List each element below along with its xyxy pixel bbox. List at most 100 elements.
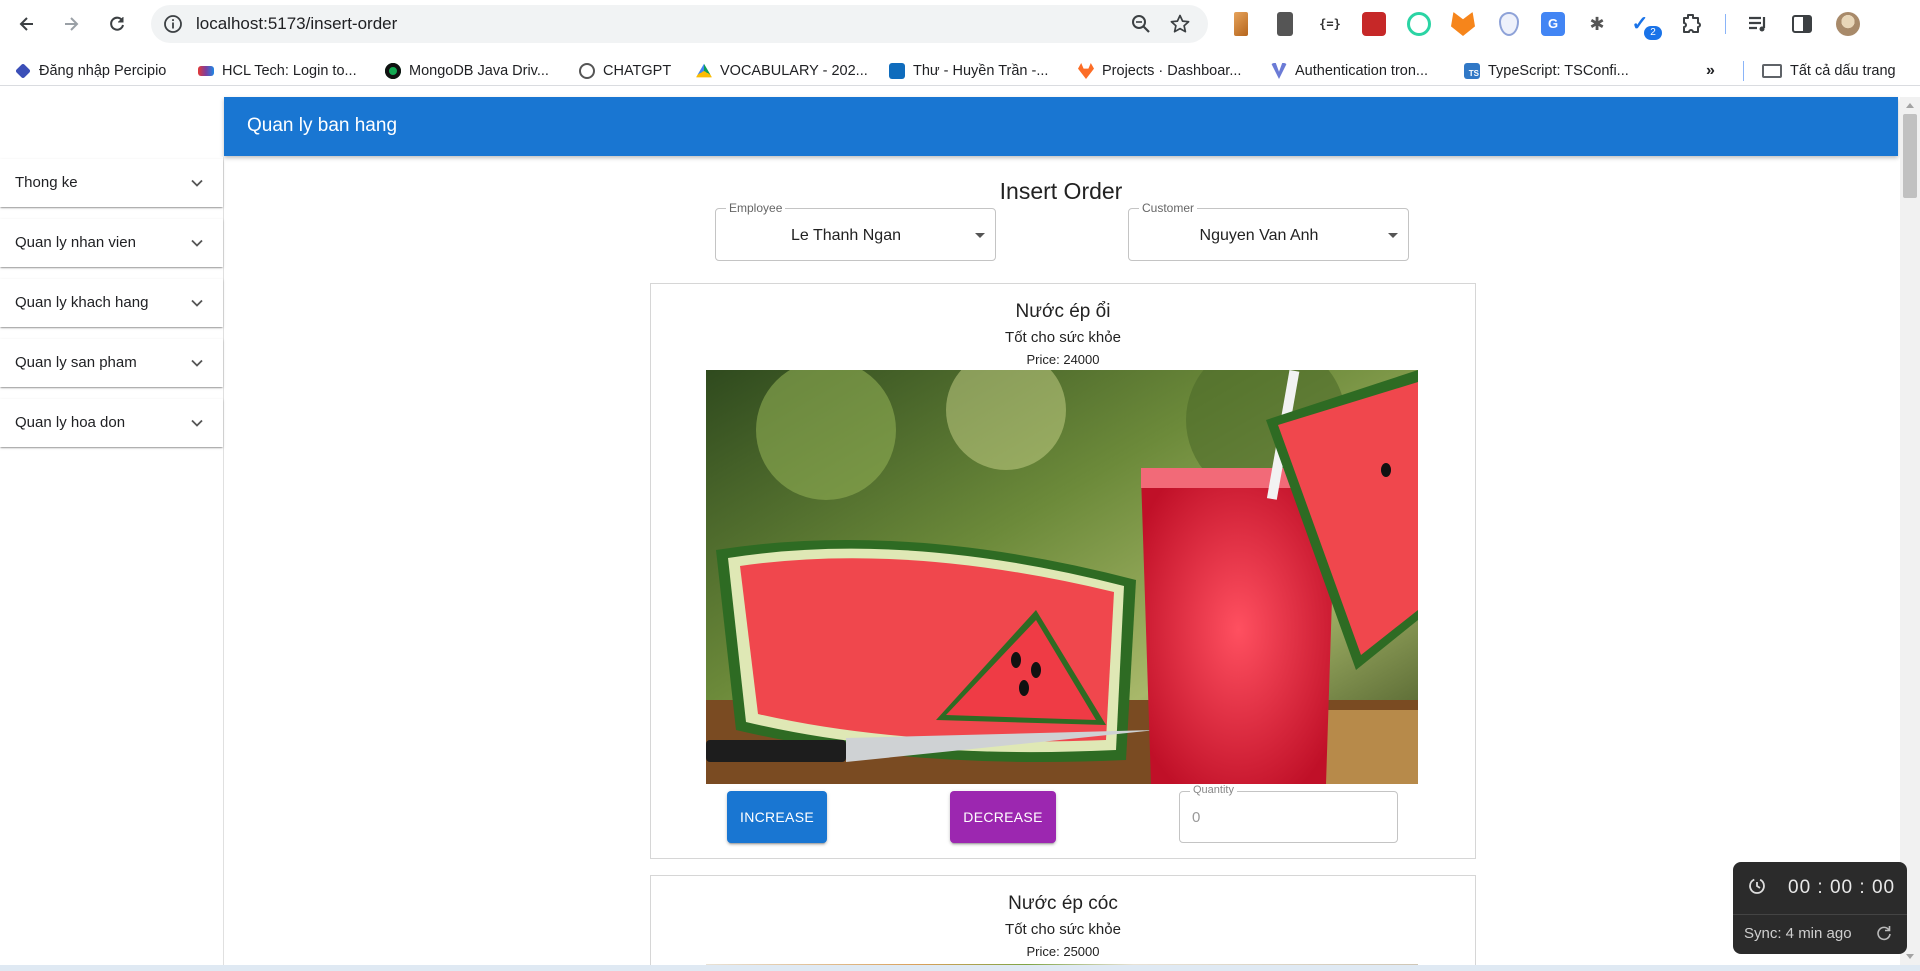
sidebar-item-label: Thong ke [15,174,78,191]
app-header: Quan ly ban hang [224,97,1898,156]
product-description: Tốt cho sức khỏe [1005,329,1121,346]
bookmark-label: Thư - Huyền Trần -... [913,63,1049,79]
google-drive-icon [696,63,712,78]
scroll-down-icon[interactable] [1906,954,1914,959]
typescript-icon: TS [1464,63,1480,79]
product-card: Nước ép cóc Tốt cho sức khỏe Price: 2500… [650,875,1476,965]
phone-extension-icon[interactable] [1277,12,1293,36]
json-extension-icon[interactable]: {=} [1318,12,1342,36]
sidebar-item-thong-ke[interactable]: Thong ke [0,159,223,207]
forward-button[interactable] [55,8,87,40]
forward-arrow-icon [65,17,79,31]
profile-avatar[interactable] [1836,12,1860,36]
sidebar-item-quan-ly-nhan-vien[interactable]: Quan ly nhan vien [0,219,223,267]
zoom-icon[interactable] [1130,13,1152,35]
scroll-up-icon[interactable] [1906,103,1914,108]
product-name: Nước ép ổi [1015,301,1111,322]
back-button[interactable] [11,8,43,40]
product-card: Nước ép ổi Tốt cho sức khỏe Price: 24000 [650,283,1476,859]
sidebar-item-quan-ly-hoa-don[interactable]: Quan ly hoa don [0,399,223,447]
media-queue-icon[interactable] [1746,12,1770,36]
chatgpt-icon [579,63,595,79]
percipio-icon [15,63,31,79]
product-price: Price: 25000 [1026,944,1100,959]
folder-icon [1762,64,1782,78]
product-image [706,370,1418,784]
sidebar-item-label: Quan ly nhan vien [15,234,136,251]
metamask-icon[interactable] [1451,12,1475,36]
increase-button[interactable]: INCREASE [727,791,827,843]
page-scrollbar[interactable] [1900,97,1920,965]
bookmark-label: Đăng nhập Percipio [39,63,167,79]
bookmark-percipio[interactable]: Đăng nhập Percipio [15,57,166,85]
reload-button[interactable] [101,8,133,40]
site-info-icon[interactable] [163,14,183,34]
sidebar-item-label: Quan ly hoa don [15,414,126,431]
extension-badge: 2 [1644,26,1662,40]
bookmark-label: TypeScript: TSConfi... [1488,63,1629,79]
chevron-down-icon [191,359,203,367]
decrease-button[interactable]: DECREASE [950,791,1056,843]
employee-select-value: Le Thanh Ngan [790,227,901,244]
bookmark-label: CHATGPT [603,63,672,79]
sidebar-item-quan-ly-khach-hang[interactable]: Quan ly khach hang [0,279,223,327]
google-translate-icon[interactable]: G [1541,12,1565,36]
bookmark-label: HCL Tech: Login to... [222,63,357,79]
sidebar-item-quan-ly-san-pham[interactable]: Quan ly san pham [0,339,223,387]
bookmark-outlook[interactable]: Thư - Huyền Trần -... [889,57,1048,85]
vue-icon [1271,63,1287,79]
side-panel-icon[interactable] [1790,12,1814,36]
sidebar-item-label: Quan ly khach hang [15,294,149,311]
shield-extension-icon[interactable] [1499,12,1519,36]
bookmark-chatgpt[interactable]: CHATGPT [579,57,671,85]
quantity-value[interactable]: 0 [1192,792,1200,844]
toolbar-separator [1725,14,1726,34]
outlook-icon [889,63,905,79]
bookmark-vocabulary[interactable]: VOCABULARY - 202... [696,57,868,85]
main-content: Insert Order Employee Le Thanh Ngan Cust… [224,157,1898,965]
timer-widget: 00 : 00 : 00 Sync: 4 min ago [1733,862,1907,954]
bookmark-gitlab[interactable]: Projects · Dashboar... [1078,57,1241,85]
bookmark-label: Projects · Dashboar... [1102,63,1242,79]
chevron-down-icon [191,299,203,307]
bottom-strip [0,965,1920,971]
bug-extension-icon[interactable]: ✱ [1585,12,1609,36]
chevron-down-icon [191,419,203,427]
browser-chrome: localhost:5173/insert-order {=} G ✱ ✓ 2 … [0,0,1920,86]
timer-display: 00 : 00 : 00 [1788,877,1896,898]
customer-select[interactable]: Customer Nguyen Van Anh [1128,201,1409,261]
browser-toolbar: localhost:5173/insert-order {=} G ✱ ✓ 2 [0,0,1920,48]
extensions-puzzle-icon[interactable] [1679,12,1703,36]
bookmark-typescript[interactable]: TS TypeScript: TSConfi... [1464,57,1629,85]
quantity-field[interactable]: Quantity 0 [1179,784,1398,844]
all-bookmarks-folder[interactable]: Tất cả dấu trang [1762,57,1896,85]
bookmark-authentication[interactable]: Authentication tron... [1271,57,1428,85]
gitlab-icon [1078,63,1094,79]
timer-icon[interactable] [1747,876,1767,896]
dropdown-caret-icon [975,233,985,238]
back-arrow-icon [19,17,33,31]
chevron-down-icon [191,239,203,247]
mongodb-icon [385,63,401,79]
reload-icon [110,16,124,31]
bookmarks-bar: Đăng nhập Percipio HCL Tech: Login to...… [0,57,1920,85]
refresh-icon[interactable] [1875,924,1893,942]
page-title: Insert Order [999,178,1123,204]
red-extension-icon[interactable] [1362,12,1386,36]
bookmark-hcl[interactable]: HCL Tech: Login to... [198,57,357,85]
scrollbar-thumb[interactable] [1903,114,1917,198]
bookmark-mongodb[interactable]: MongoDB Java Driv... [385,57,549,85]
hammer-extension-icon[interactable] [1234,12,1248,36]
app-title: Quan ly ban hang [247,115,398,136]
url-text[interactable]: localhost:5173/insert-order [196,5,397,43]
bookmark-star-icon[interactable] [1169,13,1191,35]
address-bar[interactable]: localhost:5173/insert-order [151,5,1208,43]
dropdown-caret-icon [1388,233,1398,238]
customer-select-value: Nguyen Van Anh [1199,227,1319,244]
bookmarks-separator [1743,61,1744,81]
chevron-down-icon [191,179,203,187]
bookmark-label: MongoDB Java Driv... [409,63,549,79]
more-bookmarks-chevron-icon[interactable]: » [1706,57,1715,85]
circle-extension-icon[interactable] [1407,12,1431,36]
employee-select[interactable]: Employee Le Thanh Ngan [715,201,996,261]
